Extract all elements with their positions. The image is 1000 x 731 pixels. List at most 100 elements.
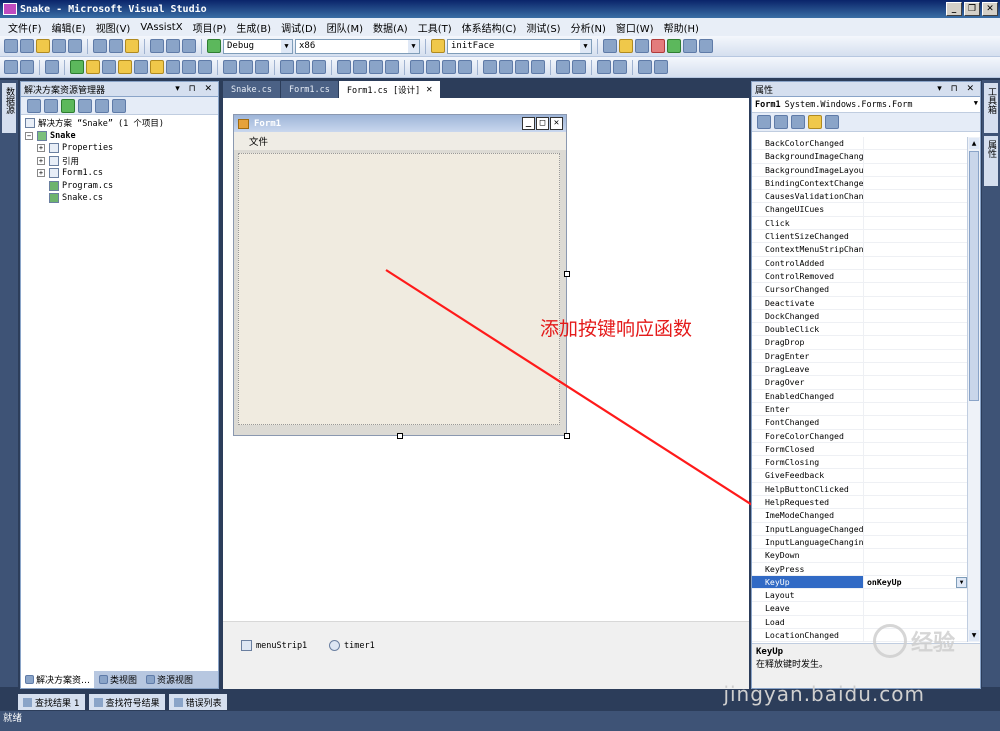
event-handler-value[interactable] <box>864 509 968 521</box>
properties-view-icon[interactable] <box>791 115 805 129</box>
event-name: InputLanguageChanged <box>752 522 864 535</box>
property-row[interactable]: BackColorChanged <box>752 137 968 151</box>
object-selector[interactable]: Form1 System.Windows.Forms.Form ▼ <box>752 97 980 113</box>
scroll-down-icon[interactable]: ▼ <box>969 630 979 641</box>
property-row[interactable]: KeyUp onKeyUp ▼ <box>752 575 968 590</box>
event-handler-value[interactable] <box>864 430 968 442</box>
property-row[interactable]: KeyDown <box>752 549 968 563</box>
event-handler-value[interactable] <box>864 150 968 162</box>
event-handler-value[interactable] <box>864 350 968 362</box>
event-handler-value[interactable] <box>864 270 968 282</box>
event-handler-value[interactable] <box>864 563 968 575</box>
property-row[interactable]: ClientSizeChanged <box>752 230 968 244</box>
event-handler-value[interactable] <box>864 336 968 348</box>
property-row[interactable]: BindingContextChanged <box>752 176 968 191</box>
property-row[interactable]: KeyPress <box>752 562 968 576</box>
property-row[interactable]: ImeModeChanged <box>752 509 968 523</box>
event-handler-value[interactable] <box>864 283 968 295</box>
event-handler-value[interactable] <box>864 602 968 614</box>
event-handler-value[interactable] <box>864 390 968 402</box>
property-row[interactable]: DockChanged <box>752 309 968 324</box>
property-row[interactable]: GiveFeedback <box>752 469 968 483</box>
toolbox-tab[interactable]: 工具箱 <box>984 83 998 133</box>
property-row[interactable]: BackgroundImageChange <box>752 150 968 164</box>
property-row[interactable]: FontChanged <box>752 416 968 430</box>
scroll-thumb[interactable] <box>969 151 979 401</box>
event-handler-value[interactable] <box>864 523 968 535</box>
event-handler-value[interactable] <box>864 164 968 176</box>
event-handler-value[interactable] <box>864 403 968 415</box>
event-handler-value[interactable] <box>864 323 968 335</box>
event-handler-value[interactable] <box>864 456 968 468</box>
event-handler-value[interactable] <box>864 589 968 601</box>
event-handler-value[interactable] <box>864 203 968 215</box>
property-row[interactable]: FormClosing <box>752 456 968 470</box>
properties-panel: 属性 ▾ ⊓ ✕ Form1 System.Windows.Forms.Form… <box>751 81 981 689</box>
tab-label: 查找结果 1 <box>35 698 80 709</box>
event-handler-value[interactable] <box>864 376 968 388</box>
property-row[interactable]: Leave <box>752 602 968 616</box>
property-row[interactable]: CursorChanged <box>752 283 968 297</box>
event-name: FormClosing <box>752 456 864 469</box>
property-row[interactable]: CausesValidationChang <box>752 190 968 204</box>
tab-find-symbol-results[interactable]: 查找符号结果 <box>88 694 165 710</box>
property-row[interactable]: DoubleClick <box>752 323 968 337</box>
panel-pin-buttons[interactable]: ▾ ⊓ ✕ <box>937 84 980 94</box>
event-handler-value[interactable] <box>864 416 968 428</box>
property-row[interactable]: Enter <box>752 402 968 417</box>
event-handler-value[interactable] <box>864 483 968 495</box>
baidu-jingyan-watermark: 经验 <box>872 624 955 658</box>
event-name: DragEnter <box>752 349 864 363</box>
chevron-down-icon: ▼ <box>973 99 978 107</box>
event-handler-value[interactable] <box>864 257 968 269</box>
property-row[interactable]: FormClosed <box>752 442 968 457</box>
event-handler-value[interactable] <box>864 297 968 309</box>
property-row[interactable]: ControlAdded <box>752 256 968 270</box>
chevron-down-icon[interactable]: ▼ <box>956 576 967 588</box>
categorized-icon[interactable] <box>757 115 771 129</box>
event-name: DockChanged <box>752 309 864 323</box>
property-row[interactable]: DragDrop <box>752 336 968 350</box>
property-row[interactable]: DragEnter <box>752 349 968 364</box>
event-handler-value[interactable] <box>864 243 968 255</box>
event-handler-value[interactable] <box>864 549 968 561</box>
event-handler-value[interactable] <box>864 190 968 202</box>
property-row[interactable]: EnabledChanged <box>752 389 968 403</box>
alphabetical-icon[interactable] <box>774 115 788 129</box>
event-handler-value[interactable] <box>864 443 968 455</box>
event-name: KeyDown <box>752 549 864 562</box>
event-handler-value[interactable] <box>864 310 968 322</box>
property-row[interactable]: HelpButtonClicked <box>752 482 968 497</box>
event-handler-value[interactable] <box>864 363 968 375</box>
property-pages-icon[interactable] <box>825 115 839 129</box>
properties-scrollbar[interactable]: ▲ ▼ <box>967 137 980 642</box>
property-row[interactable]: InputLanguageChanging <box>752 535 968 550</box>
property-row[interactable]: Click <box>752 216 968 231</box>
property-row[interactable]: ForeColorChanged <box>752 429 968 443</box>
tab-find-results[interactable]: 查找结果 1 <box>18 694 85 710</box>
properties-tab[interactable]: 属性 <box>984 136 998 186</box>
event-handler-value[interactable] <box>864 469 968 481</box>
event-handler-value[interactable]: onKeyUp ▼ <box>864 575 968 589</box>
event-handler-value[interactable] <box>864 496 968 508</box>
event-handler-value[interactable] <box>864 137 968 149</box>
property-row[interactable]: ContextMenuStripChang <box>752 243 968 257</box>
event-handler-value[interactable] <box>864 177 968 189</box>
property-row[interactable]: Deactivate <box>752 296 968 310</box>
tab-error-list[interactable]: 错误列表 <box>168 694 227 710</box>
event-name: ContextMenuStripChang <box>752 243 864 256</box>
event-name: ClientSizeChanged <box>752 230 864 243</box>
property-row[interactable]: ControlRemoved <box>752 269 968 284</box>
property-row[interactable]: ChangeUICues <box>752 203 968 217</box>
scroll-up-icon[interactable]: ▲ <box>969 138 979 149</box>
events-icon[interactable] <box>808 115 822 129</box>
property-row[interactable]: Layout <box>752 589 968 603</box>
property-row[interactable]: BackgroundImageLayout <box>752 163 968 177</box>
property-row[interactable]: DragLeave <box>752 363 968 377</box>
property-row[interactable]: DragOver <box>752 376 968 390</box>
property-row[interactable]: InputLanguageChanged <box>752 522 968 536</box>
event-handler-value[interactable] <box>864 230 968 242</box>
property-row[interactable]: HelpRequested <box>752 496 968 510</box>
event-handler-value[interactable] <box>864 217 968 229</box>
event-handler-value[interactable] <box>864 536 968 548</box>
